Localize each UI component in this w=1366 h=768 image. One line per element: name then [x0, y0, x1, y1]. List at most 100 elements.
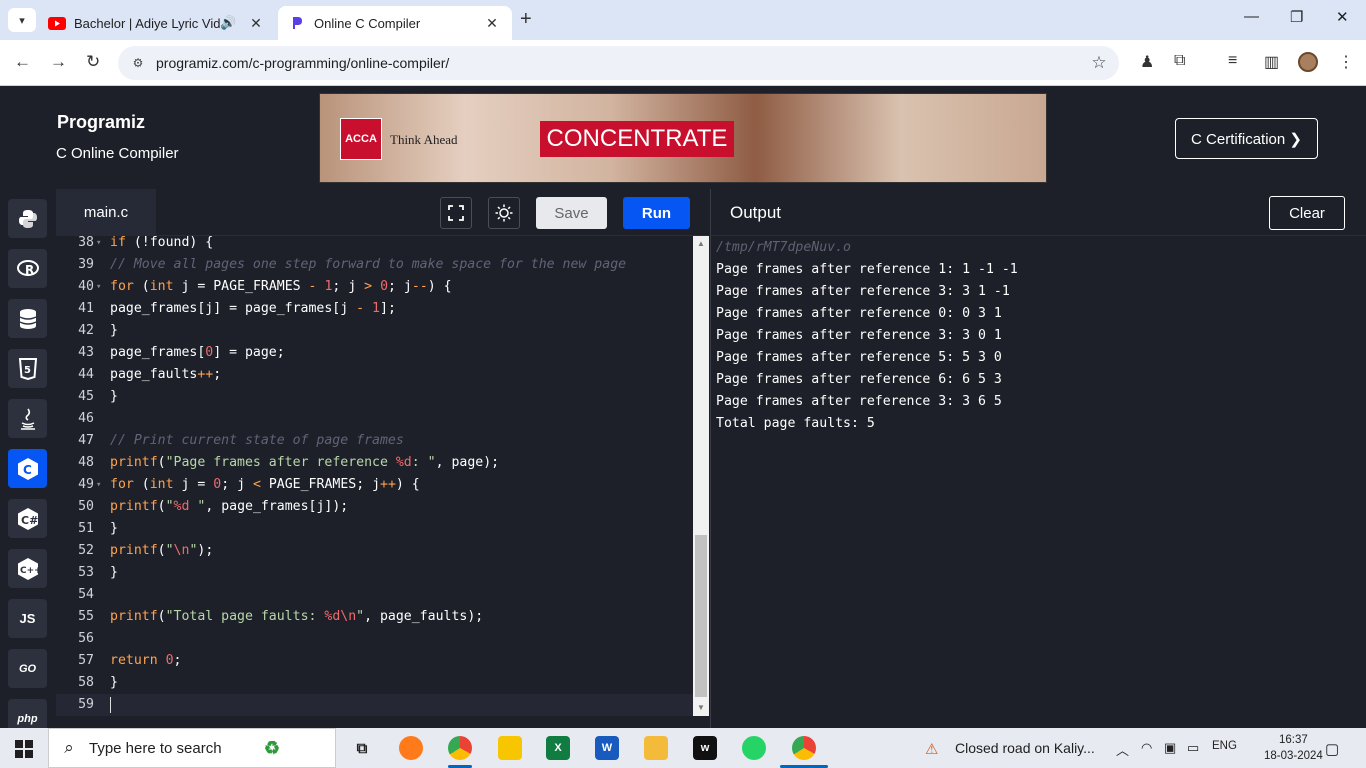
- chrome-profile-icon[interactable]: [448, 736, 472, 760]
- menu-icon[interactable]: ⋮: [1338, 52, 1354, 72]
- windows-start-icon[interactable]: [15, 740, 33, 758]
- c-language-icon[interactable]: C: [8, 449, 47, 488]
- file-explorer-icon[interactable]: [644, 736, 668, 760]
- firefox-icon[interactable]: [399, 736, 423, 760]
- url-text[interactable]: programiz.com/c-programming/online-compi…: [156, 55, 1079, 71]
- tab-title: Online C Compiler: [314, 15, 421, 31]
- sticky-notes-icon[interactable]: [498, 736, 522, 760]
- traffic-alert-icon[interactable]: ⚠: [925, 740, 938, 758]
- bookmark-star-icon[interactable]: ☆: [1079, 53, 1119, 73]
- chevron-up-icon[interactable]: ︿: [1116, 740, 1129, 759]
- r-language-icon[interactable]: R: [8, 249, 47, 288]
- svg-text:C#: C#: [21, 514, 38, 527]
- editor-scroll-thumb[interactable]: [695, 535, 707, 697]
- task-view-icon[interactable]: ⧉: [350, 736, 374, 760]
- javascript-icon[interactable]: JS: [8, 599, 47, 638]
- close-tab-icon[interactable]: ✕: [246, 15, 266, 32]
- html5-icon[interactable]: 5: [8, 349, 47, 388]
- code-line: 48 printf("Page frames after reference %d…: [56, 452, 693, 474]
- reload-icon[interactable]: ↻: [86, 52, 100, 72]
- code-editor[interactable]: 38 ▾ if (!found) { 39// Move all pages one…: [56, 236, 693, 716]
- code-text: // Move all pages one step forward to ma…: [110, 257, 627, 272]
- minimize-icon[interactable]: —: [1244, 8, 1259, 25]
- new-tab-button[interactable]: +: [520, 8, 532, 31]
- tab-search-button[interactable]: ▾: [8, 8, 36, 32]
- url-bar[interactable]: ⚙ programiz.com/c-programming/online-com…: [118, 46, 1119, 80]
- site-settings-icon[interactable]: ⚙: [124, 56, 152, 70]
- close-window-icon[interactable]: ✕: [1336, 8, 1349, 26]
- tab-youtube[interactable]: Bachelor | Adiye Lyric Video 🔊 ✕: [40, 6, 276, 40]
- svg-text:5: 5: [24, 365, 31, 376]
- java-icon[interactable]: [8, 399, 47, 438]
- ad-cta[interactable]: CONCENTRATE: [540, 121, 734, 157]
- profile-avatar[interactable]: [1298, 52, 1318, 72]
- battery-icon[interactable]: ▭: [1187, 740, 1199, 756]
- fold-arrow-icon[interactable]: ▾: [96, 236, 101, 254]
- scroll-up-icon[interactable]: ▲: [693, 239, 709, 248]
- output-line: Page frames after reference 3: 3 6 5: [716, 394, 1002, 409]
- taskbar-search[interactable]: ⌕ Type here to search: [48, 728, 336, 768]
- restore-icon[interactable]: ❐: [1290, 8, 1303, 26]
- editor-footer: [56, 716, 710, 728]
- theme-toggle-sun-icon[interactable]: [488, 197, 520, 229]
- line-number: 58: [78, 675, 94, 690]
- code-line: 44 page_faults++;: [56, 364, 693, 386]
- taskbar-clock[interactable]: 16:37 18-03-2024: [1264, 732, 1323, 764]
- tab-online-compiler[interactable]: Online C Compiler ✕: [278, 6, 512, 40]
- line-number: 40: [78, 279, 94, 294]
- fold-arrow-icon[interactable]: ▾: [96, 276, 101, 298]
- output-console[interactable]: /tmp/rMT7dpeNuv.o Page frames after refe…: [710, 236, 1366, 728]
- certification-button[interactable]: C Certification ❯: [1175, 118, 1318, 159]
- chrome-icon[interactable]: [792, 736, 816, 760]
- wifi-icon[interactable]: ◠: [1141, 740, 1152, 756]
- svg-text:C: C: [23, 463, 32, 477]
- language-indicator[interactable]: ENG: [1212, 740, 1237, 752]
- whatsapp-icon[interactable]: [742, 736, 766, 760]
- fold-arrow-icon[interactable]: ▾: [96, 474, 101, 496]
- tab-title: Bachelor | Adiye Lyric Video: [74, 15, 220, 31]
- cpp-icon[interactable]: C++: [8, 549, 47, 588]
- forward-icon[interactable]: →: [50, 52, 67, 72]
- side-panel-icon[interactable]: ▥: [1264, 52, 1279, 72]
- address-bar-row: ← → ↻ ⚙ programiz.com/c-programming/onli…: [0, 40, 1366, 86]
- line-number: 48: [78, 455, 94, 470]
- youtube-icon: [48, 16, 66, 30]
- code-line: 43 page_frames[0] = page;: [56, 342, 693, 364]
- python-icon[interactable]: [8, 199, 47, 238]
- clock-date: 18-03-2024: [1264, 750, 1323, 762]
- save-button[interactable]: Save: [536, 197, 607, 229]
- scroll-down-icon[interactable]: ▼: [693, 703, 709, 712]
- go-icon[interactable]: GO: [8, 649, 47, 688]
- file-tab[interactable]: main.c: [56, 189, 156, 236]
- line-number: 42: [78, 323, 94, 338]
- code-text: for (int j = PAGE_FRAMES - 1; j > 0; j--…: [110, 279, 452, 294]
- programiz-logo[interactable]: Programiz: [57, 112, 145, 133]
- back-icon[interactable]: ←: [14, 52, 31, 72]
- recycle-icon[interactable]: ♻: [260, 736, 284, 760]
- language-sidebar: R 5 C C# C++ JS GO php: [0, 189, 56, 738]
- code-line: 57 return 0;: [56, 650, 693, 672]
- fullscreen-icon[interactable]: [440, 197, 472, 229]
- word-icon[interactable]: W: [595, 736, 619, 760]
- line-number: 57: [78, 653, 94, 668]
- notification-center-icon[interactable]: ▢: [1325, 740, 1339, 758]
- speaker-icon[interactable]: 🔊: [220, 15, 238, 31]
- webex-icon[interactable]: w: [693, 736, 717, 760]
- code-line: 52 printf("\n");: [56, 540, 693, 562]
- excel-icon[interactable]: X: [546, 736, 570, 760]
- extension-p-icon[interactable]: ♟: [1140, 52, 1154, 72]
- news-notification[interactable]: Closed road on Kaliy...: [955, 740, 1095, 756]
- windows-taskbar: ⌕ Type here to search ♻ ⧉ X W w ⚠ Closed…: [0, 728, 1366, 768]
- extensions-icon[interactable]: ⧉: [1174, 52, 1185, 70]
- code-text: }: [110, 565, 118, 580]
- csharp-icon[interactable]: C#: [8, 499, 47, 538]
- sql-database-icon[interactable]: [8, 299, 47, 338]
- run-button[interactable]: Run: [623, 197, 690, 229]
- clear-button[interactable]: Clear: [1269, 196, 1345, 230]
- close-tab-icon[interactable]: ✕: [482, 15, 502, 32]
- line-number: 47: [78, 433, 94, 448]
- output-line: Page frames after reference 0: 0 3 1: [716, 306, 1002, 321]
- media-control-icon[interactable]: ≡: [1228, 52, 1237, 70]
- advertisement-banner[interactable]: ACCA Think Ahead CONCENTRATE: [319, 93, 1047, 183]
- camera-icon[interactable]: ▣: [1164, 740, 1176, 756]
